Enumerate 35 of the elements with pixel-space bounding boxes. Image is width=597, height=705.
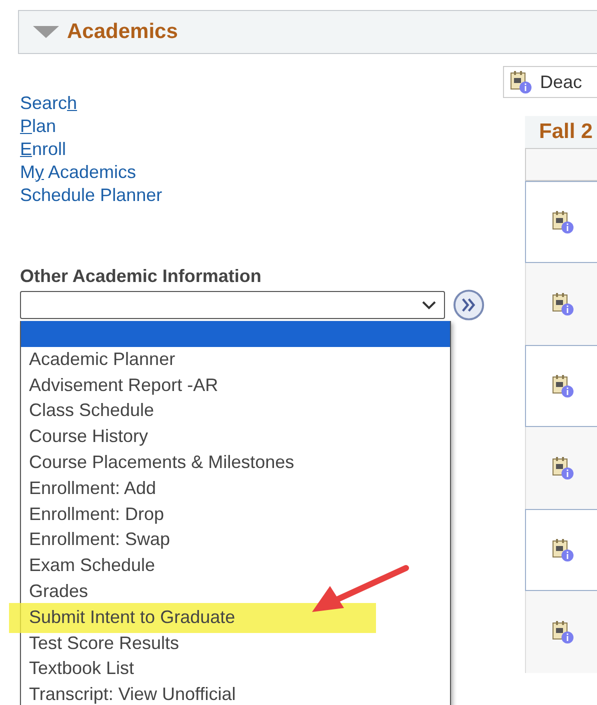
dropdown-option[interactable]: Course History xyxy=(21,424,450,450)
forward-button-icon[interactable] xyxy=(453,289,485,321)
dropdown-option[interactable]: Course Placements & Milestones xyxy=(21,450,450,476)
dropdown-option[interactable]: Advisement Report -AR xyxy=(21,372,450,398)
dropdown-option[interactable]: Submit Intent to Graduate xyxy=(21,604,450,631)
section-header[interactable]: Academics xyxy=(18,10,597,54)
dropdown-option[interactable]: Transcript: View Unofficial xyxy=(21,682,450,705)
dropdown-option[interactable]: Test Score Results xyxy=(21,630,450,656)
field-label: Other Academic Information xyxy=(20,265,262,287)
calendar-info-icon xyxy=(552,210,574,234)
deadlines-button[interactable]: Deac xyxy=(503,66,597,98)
calendar-info-icon xyxy=(552,292,574,316)
dropdown-option[interactable]: Academic Planner xyxy=(21,346,450,373)
nav-link[interactable]: Plan xyxy=(20,115,56,138)
chevron-down-icon xyxy=(422,300,436,310)
dropdown-option[interactable]: Textbook List xyxy=(21,656,450,682)
calendar-info-icon xyxy=(510,70,532,94)
dropdown-option[interactable]: Grades xyxy=(21,578,450,605)
dropdown-option[interactable]: Enrollment: Add xyxy=(21,476,450,502)
calendar-info-icon xyxy=(552,538,574,562)
dropdown-option[interactable]: Exam Schedule xyxy=(21,553,450,579)
dropdown-option[interactable]: Class Schedule xyxy=(21,398,450,424)
nav-link[interactable]: My Academics xyxy=(20,161,136,184)
dropdown-option[interactable]: Enrollment: Drop xyxy=(21,502,450,528)
collapse-triangle-icon[interactable] xyxy=(33,26,59,38)
nav-link[interactable]: Search xyxy=(20,92,78,115)
nav-link[interactable]: Schedule Planner xyxy=(20,184,162,207)
dropdown-option[interactable]: Enrollment: Swap xyxy=(21,527,450,554)
calendar-info-icon xyxy=(552,620,574,644)
section-title: Academics xyxy=(67,19,178,46)
term-title: Fall 2 xyxy=(539,119,593,146)
calendar-info-icon xyxy=(552,456,574,480)
dropdown-select[interactable] xyxy=(20,291,446,319)
calendar-info-icon xyxy=(552,374,574,398)
nav-link[interactable]: Enroll xyxy=(20,138,66,161)
